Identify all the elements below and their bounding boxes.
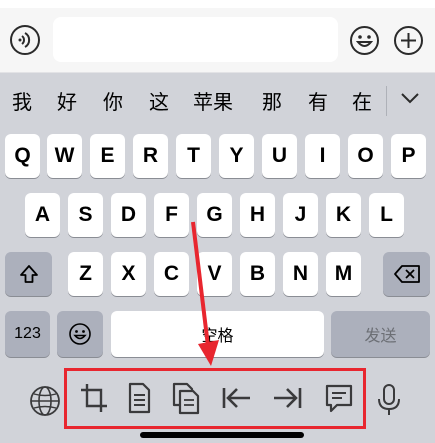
document-icon[interactable]: [122, 380, 156, 416]
key-x[interactable]: X: [111, 252, 146, 296]
key-t[interactable]: T: [176, 134, 211, 178]
key-k[interactable]: K: [326, 193, 361, 237]
numbers-key[interactable]: 123: [5, 311, 50, 357]
add-button[interactable]: [393, 25, 424, 56]
key-u[interactable]: U: [262, 134, 297, 178]
delete-key[interactable]: [383, 252, 430, 296]
candidate-word[interactable]: 我: [12, 89, 32, 115]
key-b[interactable]: B: [240, 252, 275, 296]
backspace-icon: [393, 265, 420, 283]
key-o[interactable]: O: [348, 134, 383, 178]
key-p[interactable]: P: [391, 134, 426, 178]
voice-icon: [18, 32, 31, 48]
plus-icon: [394, 26, 423, 55]
voice-input-button[interactable]: [10, 25, 40, 55]
candidate-word[interactable]: 这: [149, 89, 169, 115]
candidate-word[interactable]: 那: [262, 89, 282, 115]
home-indicator: [140, 432, 304, 438]
key-j[interactable]: J: [283, 193, 318, 237]
key-r[interactable]: R: [133, 134, 168, 178]
smiley-icon: [350, 26, 379, 55]
shift-arrow-icon: [19, 265, 38, 283]
key-m[interactable]: M: [326, 252, 361, 296]
crop-icon[interactable]: [77, 380, 111, 416]
move-to-start-icon[interactable]: [219, 380, 253, 416]
microphone-icon[interactable]: [374, 382, 404, 418]
emoji-button[interactable]: [349, 25, 380, 56]
key-w[interactable]: W: [47, 134, 82, 178]
key-h[interactable]: H: [240, 193, 275, 237]
key-l[interactable]: L: [369, 193, 404, 237]
smiley-icon: [69, 323, 91, 345]
key-a[interactable]: A: [25, 193, 60, 237]
key-n[interactable]: N: [283, 252, 318, 296]
candidate-word[interactable]: 有: [308, 89, 328, 115]
message-icon[interactable]: [322, 380, 356, 416]
chevron-down-icon[interactable]: [398, 86, 422, 110]
candidate-word[interactable]: 苹果: [193, 89, 233, 115]
top-strip: [0, 0, 435, 8]
candidate-word[interactable]: 你: [103, 89, 123, 115]
message-text-field[interactable]: [53, 17, 338, 62]
key-z[interactable]: Z: [68, 252, 103, 296]
candidate-divider: [386, 86, 387, 116]
key-e[interactable]: E: [90, 134, 125, 178]
message-input-bar: [0, 8, 435, 73]
emoji-key[interactable]: [57, 311, 103, 357]
key-d[interactable]: D: [111, 193, 146, 237]
key-q[interactable]: Q: [5, 134, 40, 178]
annotation-arrow: [191, 221, 219, 366]
key-y[interactable]: Y: [219, 134, 254, 178]
key-i[interactable]: I: [305, 134, 340, 178]
copy-icon[interactable]: [168, 380, 202, 416]
candidate-word[interactable]: 在: [352, 89, 372, 115]
send-key[interactable]: 发送: [331, 311, 430, 357]
move-to-end-icon[interactable]: [271, 380, 305, 416]
candidate-word[interactable]: 好: [57, 89, 77, 115]
key-s[interactable]: S: [68, 193, 103, 237]
globe-icon[interactable]: [28, 384, 62, 418]
shift-key[interactable]: [5, 252, 52, 296]
